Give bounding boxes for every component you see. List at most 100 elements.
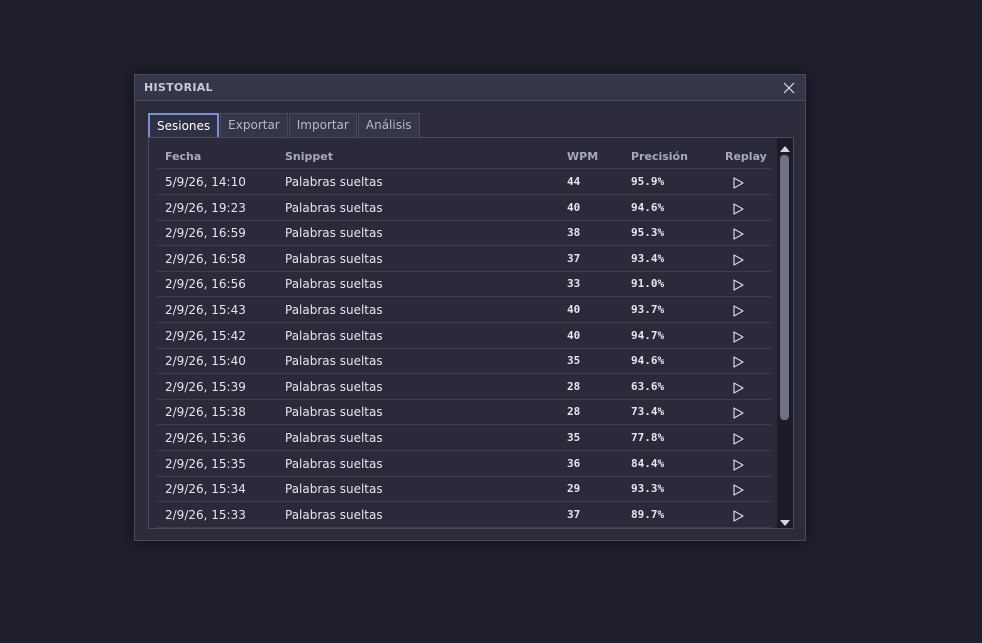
table-row[interactable]: 2/9/26, 15:35 Palabras sueltas 36 84.4% [157, 451, 771, 477]
cell-precision: 94.7% [631, 328, 665, 342]
cell-fecha: 2/9/26, 15:39 [165, 379, 246, 394]
cell-fecha: 2/9/26, 15:43 [165, 303, 246, 317]
cell-wpm: 36 [567, 456, 581, 470]
vertical-scrollbar[interactable] [777, 138, 793, 528]
play-icon [733, 228, 744, 240]
scroll-up-button[interactable] [779, 140, 791, 152]
table-row[interactable]: 2/9/26, 15:42 Palabras sueltas 40 94.7% [157, 323, 771, 349]
cell-precision: 95.9% [631, 175, 665, 188]
table-row[interactable]: 2/9/26, 16:56 Palabras sueltas 33 91.0% [157, 271, 771, 298]
cell-precision: 91.0% [631, 277, 665, 291]
play-icon [733, 279, 744, 291]
table-row[interactable]: 2/9/26, 15:39 Palabras sueltas 28 63.6% [157, 374, 771, 400]
cell-precision: 63.6% [631, 379, 665, 393]
replay-button[interactable] [731, 431, 745, 445]
cell-precision: 84.4% [631, 456, 665, 470]
replay-button[interactable] [731, 457, 745, 471]
historial-dialog: HISTORIAL Sesiones Exportar Importar Aná… [134, 74, 806, 541]
cell-precision: 94.6% [631, 354, 665, 368]
play-icon [733, 382, 744, 394]
replay-button[interactable] [731, 277, 745, 291]
cell-wpm: 28 [567, 379, 581, 393]
cell-snippet: Palabras sueltas [285, 379, 383, 394]
cell-wpm: 35 [567, 431, 581, 444]
table-row[interactable]: 2/9/26, 19:23 Palabras sueltas 40 94.6% [157, 195, 771, 221]
close-icon [783, 82, 795, 94]
cell-snippet: Palabras sueltas [285, 175, 383, 189]
replay-button[interactable] [731, 201, 745, 215]
table-row[interactable]: 2/9/26, 15:33 Palabras sueltas 37 89.7% [157, 502, 771, 528]
play-icon [733, 330, 744, 343]
cell-wpm: 38 [567, 226, 581, 240]
play-icon [733, 305, 744, 317]
cell-wpm: 40 [567, 200, 581, 214]
replay-button[interactable] [731, 508, 745, 522]
replay-button[interactable] [731, 226, 745, 240]
cell-fecha: 2/9/26, 19:23 [165, 200, 246, 215]
play-icon [733, 177, 744, 189]
cell-snippet: Palabras sueltas [285, 226, 383, 241]
replay-button[interactable] [731, 252, 745, 266]
column-header-precision[interactable]: Precisión [631, 150, 688, 163]
cell-fecha: 2/9/26, 16:56 [165, 277, 246, 292]
play-icon [733, 433, 744, 445]
column-header-wpm[interactable]: WPM [567, 150, 598, 163]
cell-snippet: Palabras sueltas [285, 354, 383, 369]
replay-button[interactable] [731, 405, 745, 419]
play-icon [733, 356, 744, 368]
close-button[interactable] [779, 78, 799, 98]
table-row[interactable]: 2/9/26, 15:43 Palabras sueltas 40 93.7% [157, 297, 771, 323]
cell-precision: 93.7% [631, 303, 665, 316]
cell-wpm: 37 [567, 251, 581, 265]
replay-button[interactable] [731, 482, 745, 496]
play-icon [733, 510, 744, 522]
cell-snippet: Palabras sueltas [285, 200, 383, 215]
tab-exportar[interactable]: Exportar [220, 113, 288, 137]
table-row[interactable]: 2/9/26, 16:59 Palabras sueltas 38 95.3% [157, 220, 771, 247]
cell-precision: 94.6% [631, 200, 665, 214]
arrow-up-icon [780, 146, 790, 152]
cell-precision: 93.4% [631, 251, 665, 265]
cell-wpm: 40 [567, 303, 581, 316]
cell-snippet: Palabras sueltas [285, 303, 383, 317]
dialog-titlebar: HISTORIAL [135, 75, 805, 101]
column-header-fecha[interactable]: Fecha [165, 150, 201, 163]
sessions-table: Fecha Snippet WPM Precisión Replay 5/9/2… [149, 138, 777, 528]
cell-wpm: 44 [567, 175, 581, 188]
table-row[interactable]: 2/9/26, 15:36 Palabras sueltas 35 77.8% [157, 425, 771, 451]
play-icon [733, 202, 744, 215]
cell-snippet: Palabras sueltas [285, 328, 383, 343]
scroll-down-button[interactable] [779, 514, 791, 526]
cell-precision: 89.7% [631, 507, 665, 521]
table-row[interactable]: 2/9/26, 15:38 Palabras sueltas 28 73.4% [157, 399, 771, 426]
table-row[interactable]: 2/9/26, 15:40 Palabras sueltas 35 94.6% [157, 348, 771, 375]
tab-importar[interactable]: Importar [288, 113, 357, 137]
cell-wpm: 33 [567, 277, 581, 291]
tab-analisis[interactable]: Análisis [357, 113, 420, 137]
cell-fecha: 2/9/26, 15:35 [165, 456, 246, 471]
replay-button[interactable] [731, 329, 745, 343]
replay-button[interactable] [731, 303, 745, 317]
table-row[interactable]: 5/9/26, 14:10 Palabras sueltas 44 95.9% [157, 169, 771, 195]
column-header-snippet[interactable]: Snippet [285, 150, 333, 163]
table-row[interactable]: 2/9/26, 16:58 Palabras sueltas 37 93.4% [157, 246, 771, 272]
play-icon [733, 407, 744, 419]
replay-button[interactable] [731, 175, 745, 189]
dialog-title: HISTORIAL [144, 81, 213, 94]
cell-snippet: Palabras sueltas [285, 507, 383, 522]
table-row[interactable]: 2/9/26, 15:34 Palabras sueltas 29 93.3% [157, 476, 771, 503]
cell-fecha: 2/9/26, 15:34 [165, 482, 246, 497]
cell-snippet: Palabras sueltas [285, 456, 383, 471]
play-icon [733, 254, 744, 266]
cell-fecha: 2/9/26, 15:33 [165, 507, 246, 522]
replay-button[interactable] [731, 354, 745, 368]
cell-snippet: Palabras sueltas [285, 251, 383, 266]
cell-precision: 77.8% [631, 431, 665, 444]
cell-fecha: 2/9/26, 15:42 [165, 328, 246, 343]
tab-sesiones[interactable]: Sesiones [148, 113, 220, 139]
scrollbar-thumb[interactable] [780, 155, 789, 420]
cell-snippet: Palabras sueltas [285, 431, 383, 445]
replay-button[interactable] [731, 380, 745, 394]
cell-snippet: Palabras sueltas [285, 482, 383, 497]
cell-fecha: 2/9/26, 15:38 [165, 405, 246, 420]
